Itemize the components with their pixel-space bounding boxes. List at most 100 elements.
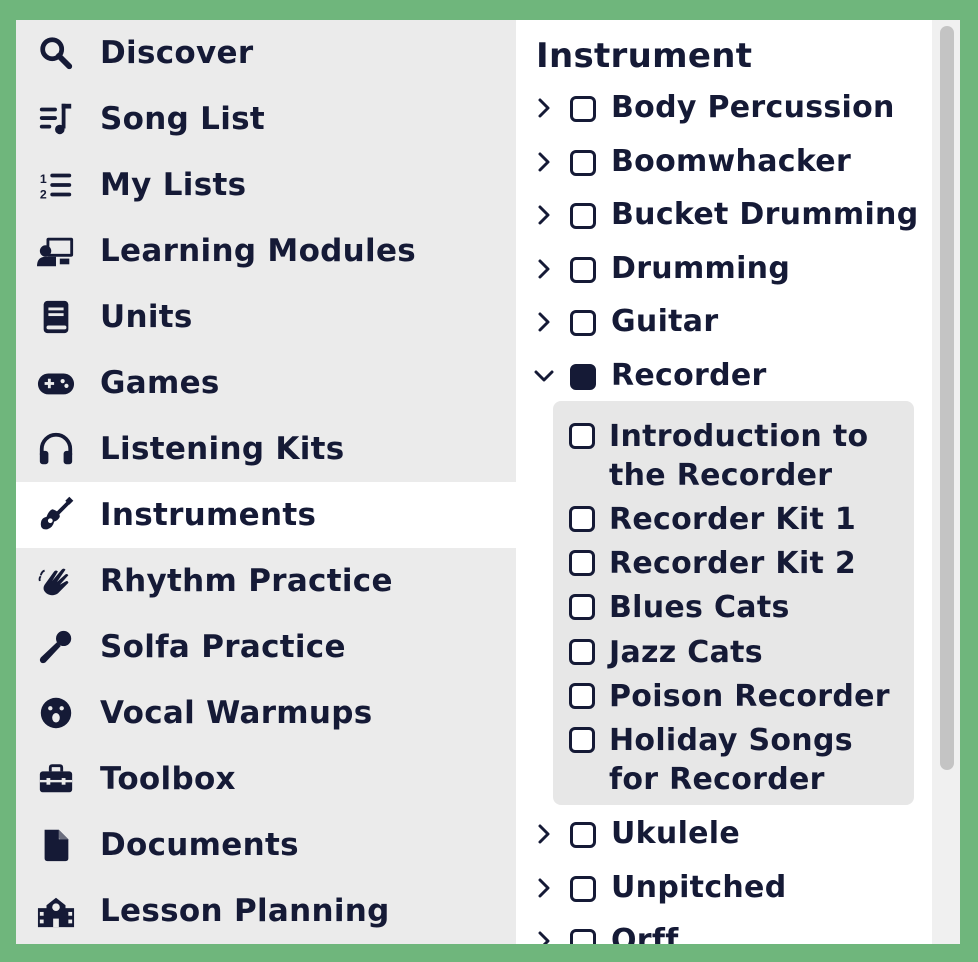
checkbox[interactable]	[569, 506, 595, 532]
teacher-board-icon	[36, 231, 76, 271]
checkbox[interactable]	[569, 594, 595, 620]
checkbox[interactable]	[570, 876, 596, 902]
subitem-label: Blues Cats	[609, 590, 790, 625]
tree-item-drumming[interactable]: Drumming	[516, 247, 932, 297]
sidebar-item-listening-kits[interactable]: Listening Kits	[16, 416, 516, 482]
guitar-icon	[36, 495, 76, 535]
scrollbar-thumb[interactable]	[940, 26, 954, 770]
tree-item-label: Bucket Drumming	[611, 197, 919, 232]
checkbox[interactable]	[569, 550, 595, 576]
checkbox[interactable]	[570, 822, 596, 848]
sidebar-item-label: Learning Modules	[100, 233, 417, 269]
sidebar-item-toolbox[interactable]: Toolbox	[16, 746, 516, 812]
sidebar-item-label: Documents	[100, 827, 299, 863]
sidebar-item-solfa-practice[interactable]: Solfa Practice	[16, 614, 516, 680]
chevron-right-icon[interactable]	[534, 257, 554, 281]
tree-item-label: Unpitched	[611, 870, 787, 905]
sidebar-item-label: Lesson Planning	[100, 893, 390, 929]
tree-item-orff[interactable]: Orff	[516, 919, 932, 944]
sidebar-item-instruments[interactable]: Instruments	[16, 482, 516, 548]
subitem-label: Recorder Kit 1	[609, 502, 857, 537]
microphone-icon	[36, 627, 76, 667]
tree-item-guitar[interactable]: Guitar	[516, 300, 932, 350]
sidebar-item-label: Games	[100, 365, 220, 401]
checkbox[interactable]	[570, 929, 596, 944]
tree-item-ukulele[interactable]: Ukulele	[516, 812, 932, 862]
subitem-label: Jazz Cats	[609, 635, 763, 670]
sidebar-item-label: Instruments	[100, 497, 317, 533]
numbered-list-icon: 12	[36, 165, 76, 205]
app-frame: Discover Song List 12 My Lists Learning …	[16, 20, 960, 944]
chevron-right-icon[interactable]	[534, 96, 554, 120]
clapping-hands-icon	[36, 561, 76, 601]
tree-item-label: Orff	[611, 923, 679, 944]
checkbox-checked[interactable]	[570, 364, 596, 390]
singing-face-icon	[36, 693, 76, 733]
sidebar-item-documents[interactable]: Documents	[16, 812, 516, 878]
sidebar-item-games[interactable]: Games	[16, 350, 516, 416]
chevron-right-icon[interactable]	[534, 203, 554, 227]
sidebar-item-vocal-warmups[interactable]: Vocal Warmups	[16, 680, 516, 746]
book-icon	[36, 297, 76, 337]
sidebar-item-song-list[interactable]: Song List	[16, 86, 516, 152]
sidebar-item-units[interactable]: Units	[16, 284, 516, 350]
gamepad-icon	[36, 363, 76, 403]
sidebar-item-label: Units	[100, 299, 193, 335]
sidebar-item-discover[interactable]: Discover	[16, 20, 516, 86]
tree-item-label: Boomwhacker	[611, 144, 852, 179]
checkbox[interactable]	[569, 639, 595, 665]
chevron-right-icon[interactable]	[534, 150, 554, 174]
checkbox[interactable]	[570, 96, 596, 122]
tree-item-label: Guitar	[611, 304, 719, 339]
chevron-down-icon[interactable]	[534, 364, 554, 388]
tree-item-label: Drumming	[611, 251, 791, 286]
panel-title: Instrument	[536, 36, 753, 76]
chevron-right-icon[interactable]	[534, 876, 554, 900]
checkbox[interactable]	[569, 727, 595, 753]
subitem-label: Introduction to the Recorder	[609, 419, 869, 493]
recorder-subitems: Introduction to the Recorder Recorder Ki…	[553, 401, 914, 805]
sidebar-item-my-lists[interactable]: 12 My Lists	[16, 152, 516, 218]
subitem-label: Holiday Songs for Recorder	[609, 723, 853, 797]
checkbox[interactable]	[570, 150, 596, 176]
chevron-right-icon[interactable]	[534, 929, 554, 944]
chevron-right-icon[interactable]	[534, 822, 554, 846]
checkbox[interactable]	[570, 203, 596, 229]
headphones-icon	[36, 429, 76, 469]
sidebar-item-label: Listening Kits	[100, 431, 345, 467]
tree-item-body-percussion[interactable]: Body Percussion	[516, 86, 932, 136]
search-icon	[36, 33, 76, 73]
tree-item-unpitched[interactable]: Unpitched	[516, 866, 932, 916]
tree-item-label: Recorder	[611, 358, 767, 393]
scrollbar-track[interactable]	[932, 20, 960, 944]
checkbox[interactable]	[570, 257, 596, 283]
svg-text:2: 2	[40, 187, 47, 201]
school-icon	[36, 891, 76, 931]
tree-item-label: Body Percussion	[611, 90, 895, 125]
subitem-label: Recorder Kit 2	[609, 546, 857, 581]
checkbox[interactable]	[569, 423, 595, 449]
sidebar-item-label: My Lists	[100, 167, 247, 203]
document-icon	[36, 825, 76, 865]
sidebar-item-learning-modules[interactable]: Learning Modules	[16, 218, 516, 284]
svg-text:1: 1	[40, 172, 47, 186]
checkbox[interactable]	[570, 310, 596, 336]
tree-item-boomwhacker[interactable]: Boomwhacker	[516, 140, 932, 190]
checkbox[interactable]	[569, 683, 595, 709]
tree-item-recorder[interactable]: Recorder	[516, 354, 932, 404]
sidebar-item-label: Song List	[100, 101, 266, 137]
instrument-filter-panel: Instrument Body Percussion Boomwhacker B…	[516, 20, 932, 944]
sidebar-item-label: Toolbox	[100, 761, 236, 797]
tree-item-bucket-drumming[interactable]: Bucket Drumming	[516, 193, 932, 243]
tree-item-label: Ukulele	[611, 816, 741, 851]
subitem-label: Poison Recorder	[609, 679, 890, 714]
sidebar-item-label: Solfa Practice	[100, 629, 346, 665]
sidebar-item-lesson-planning[interactable]: Lesson Planning	[16, 878, 516, 944]
chevron-right-icon[interactable]	[534, 310, 554, 334]
sidebar-item-label: Rhythm Practice	[100, 563, 393, 599]
sidebar-item-label: Vocal Warmups	[100, 695, 373, 731]
sidebar-item-rhythm-practice[interactable]: Rhythm Practice	[16, 548, 516, 614]
music-list-icon	[36, 99, 76, 139]
toolbox-icon	[36, 759, 76, 799]
sidebar-item-label: Discover	[100, 35, 254, 71]
